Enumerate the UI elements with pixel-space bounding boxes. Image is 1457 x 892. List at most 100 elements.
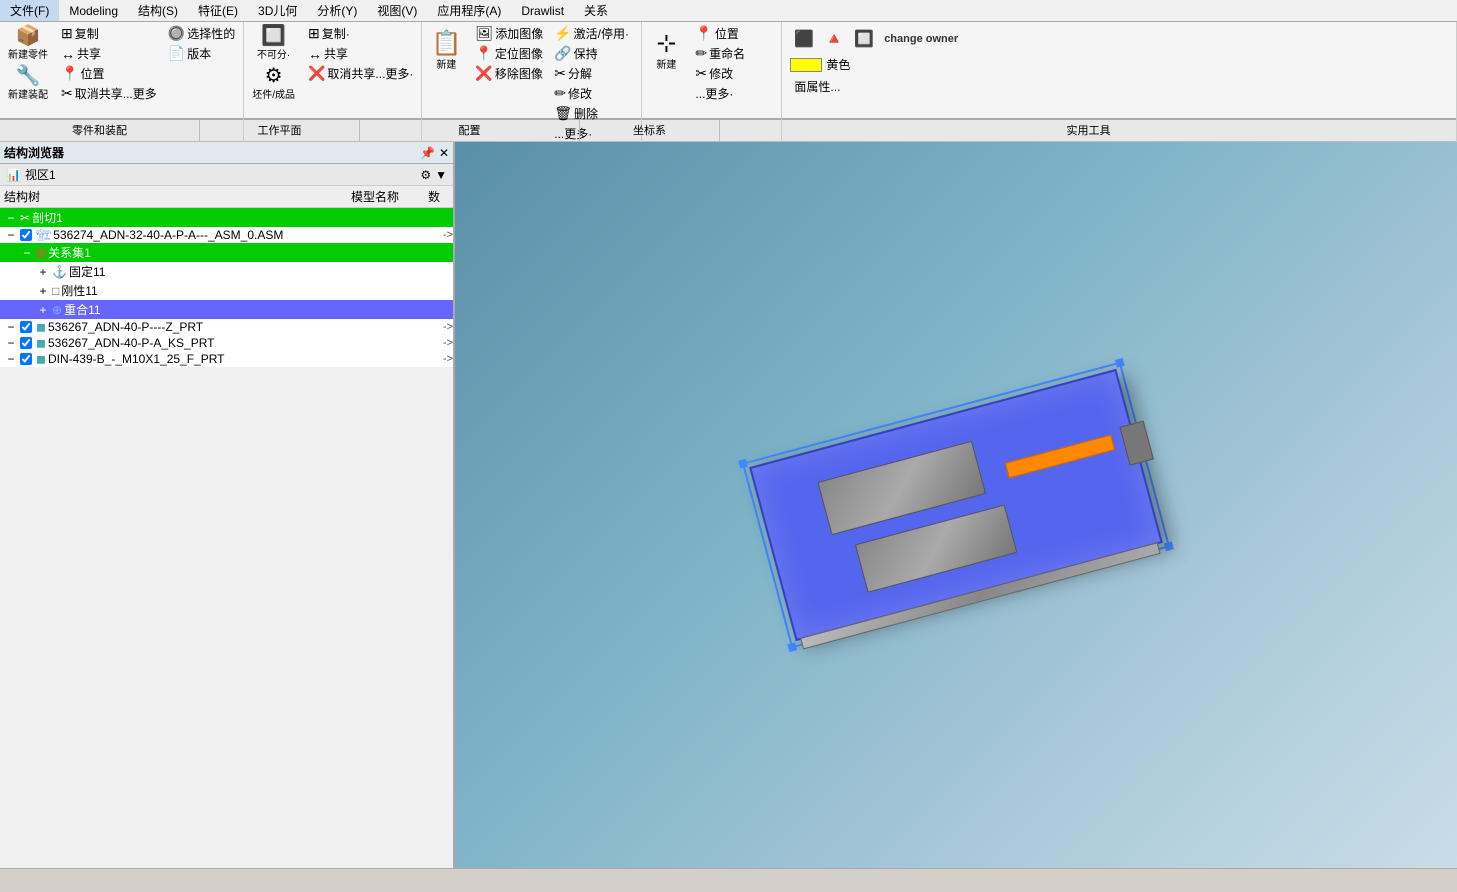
corner-br [1164, 541, 1174, 551]
menu-view[interactable]: 视图(V) [367, 0, 427, 21]
checkbox-part1[interactable] [20, 321, 32, 333]
view-funnel-icon[interactable]: ▼ [435, 168, 447, 182]
tree-item-part1[interactable]: − ◼ 536267_ADN-40-P----Z_PRT -> [0, 319, 453, 335]
part3-arrow: -> [433, 353, 453, 365]
expander-asm0[interactable]: − [4, 228, 18, 242]
menu-analysis[interactable]: 分析(Y) [307, 0, 367, 21]
new-part-button[interactable]: 📦 新建零件 [4, 24, 52, 63]
keep-button[interactable]: 🔗 保持 [550, 44, 633, 63]
checkbox-part2[interactable] [20, 337, 32, 349]
wp-copy-button[interactable]: ⊞ 复制· [304, 24, 417, 43]
corner-tr [1115, 358, 1125, 368]
wp-copy-label: 复制· [322, 25, 350, 42]
unshare-more-button[interactable]: ✂ 取消共享...更多 [57, 84, 161, 103]
version-icon: 📄 [168, 45, 185, 62]
activate-button[interactable]: ⚡ 激活/停用· [550, 24, 633, 43]
color-swatch-box[interactable] [790, 58, 822, 72]
wp-unshare-label: 取消共享...更多· [327, 65, 413, 82]
wp-copy-icon: ⊞ [308, 25, 320, 42]
view-filter-icon[interactable]: ⚙ [420, 168, 431, 182]
tree-item-rigid[interactable]: + □ 刚性11 [0, 281, 453, 300]
csys-rename-label: 重命名 [709, 45, 745, 62]
item-label-fixed: 固定11 [69, 263, 453, 280]
checkbox-part3[interactable] [20, 353, 32, 365]
main-layout: 结构浏览器 📌 ✕ 📊 视区1 ⚙ ▼ 结构树 模型名称 数 [0, 142, 1457, 868]
csys-position-button[interactable]: 📍 位置 [691, 24, 749, 43]
remove-image-button[interactable]: ❌ 移除图像 [471, 64, 547, 83]
viewport[interactable] [455, 142, 1457, 868]
rigid-icon: □ [52, 284, 59, 298]
menu-relation[interactable]: 关系 [574, 0, 618, 21]
csys-modify-button[interactable]: ✂ 修改 [691, 64, 749, 83]
utility-btn1[interactable]: ⬛ [790, 28, 818, 50]
tree-item-overlap[interactable]: + ⊕ 重合11 [0, 300, 453, 319]
ribbon: 📦 新建零件 🔧 新建装配 ⊞ 复制 ↔ [0, 22, 1457, 120]
csys-position-icon: 📍 [695, 25, 712, 42]
config-new-button[interactable]: 📋 新建 [426, 24, 466, 79]
tree-item-root[interactable]: − ✂ 剖切1 [0, 208, 453, 227]
menu-application[interactable]: 应用程序(A) [427, 0, 511, 21]
close-button[interactable]: ✕ [439, 146, 449, 160]
tree-item-part2[interactable]: − ◼ 536267_ADN-40-P-A_KS_PRT -> [0, 335, 453, 351]
expander-rel1[interactable]: − [20, 246, 34, 260]
menu-bar: 文件(F) Modeling 结构(S) 特征(E) 3D儿何 分析(Y) 视图… [0, 0, 1457, 22]
menu-drawlist[interactable]: Drawlist [511, 2, 574, 20]
config-new-label: 新建 [436, 56, 456, 71]
remove-image-icon: ❌ [475, 65, 492, 82]
add-image-icon: 🖼 [475, 25, 493, 42]
wp-share-icon: ↔ [308, 46, 322, 62]
tree-item-asm0[interactable]: − 🏗 536274_ADN-32-40-A-P-A---_ASM_0.ASM … [0, 227, 453, 243]
csys-more-button[interactable]: ...更多· [691, 84, 749, 103]
menu-modeling[interactable]: Modeling [59, 2, 128, 20]
locate-image-button[interactable]: 📍 定位图像 [471, 44, 547, 63]
csys-new-button[interactable]: ⊹ 新建 [646, 24, 686, 79]
modify-button[interactable]: ✏ 修改 [550, 84, 633, 103]
utility-btn2[interactable]: 🔺 [820, 28, 848, 50]
csys-rename-icon: ✏ [695, 45, 707, 62]
expander-rigid[interactable]: + [36, 284, 50, 298]
menu-file[interactable]: 文件(F) [0, 0, 59, 21]
wp-unshare-button[interactable]: ❌ 取消共享...更多· [304, 64, 417, 83]
menu-structure[interactable]: 结构(S) [128, 0, 188, 21]
utility-btn3[interactable]: 🔲 [850, 28, 878, 50]
new-assembly-icon: 🔧 [16, 66, 41, 86]
position-button[interactable]: 📍 位置 [57, 64, 161, 83]
statusbar [0, 868, 1457, 892]
share-button[interactable]: ↔ 共享 [57, 44, 161, 63]
new-assembly-button[interactable]: 🔧 新建装配 [4, 64, 52, 103]
version-button[interactable]: 📄 版本 [164, 44, 239, 63]
surface-button[interactable]: 面属性... [790, 77, 844, 96]
copy-button[interactable]: ⊞ 复制 [57, 24, 161, 43]
nonsplit-button[interactable]: 🔲 不可分· [248, 24, 299, 63]
wp-share-button[interactable]: ↔ 共享 [304, 44, 417, 63]
tree-item-fixed[interactable]: + ⚓ 固定11 [0, 262, 453, 281]
position-icon: 📍 [61, 65, 78, 82]
scissors-icon: ✂ [20, 211, 30, 225]
menu-feature[interactable]: 特征(E) [188, 0, 248, 21]
selective-button[interactable]: 🔘 选择性的 [164, 24, 239, 43]
expander-fixed[interactable]: + [36, 265, 50, 279]
right-notch [1119, 421, 1154, 466]
expander-overlap[interactable]: + [36, 303, 50, 317]
tree-item-rel1[interactable]: − ⊞ 关系集1 [0, 243, 453, 262]
explode-button[interactable]: ✂ 分解 [550, 64, 633, 83]
csys-modify-icon: ✂ [695, 65, 707, 82]
csys-position-label: 位置 [715, 25, 739, 42]
pin-button[interactable]: 📌 [420, 146, 435, 160]
add-image-button[interactable]: 🖼 添加图像 [471, 24, 547, 43]
locate-image-icon: 📍 [475, 45, 492, 62]
csys-rename-button[interactable]: ✏ 重命名 [691, 44, 749, 63]
component-button[interactable]: ⚙ 坯件/成品 [248, 64, 299, 103]
modify-icon: ✏ [554, 85, 566, 102]
group-label-utility: 实用工具 [720, 120, 1457, 141]
tree-item-part3[interactable]: − ◼ DIN-439-B_-_M10X1_25_F_PRT -> [0, 351, 453, 367]
expander-root[interactable]: − [4, 211, 18, 225]
add-image-label: 添加图像 [495, 25, 543, 42]
sidebar-title: 结构浏览器 [4, 144, 64, 161]
copy-label: 复制 [75, 25, 99, 42]
group-label-parts: 零件和装配 [0, 120, 200, 141]
group-label-workplane: 工作平面 [200, 120, 360, 141]
checkbox-asm0[interactable] [20, 229, 32, 241]
menu-3d[interactable]: 3D儿何 [248, 0, 307, 21]
anchor-icon: ⚓ [52, 265, 67, 279]
